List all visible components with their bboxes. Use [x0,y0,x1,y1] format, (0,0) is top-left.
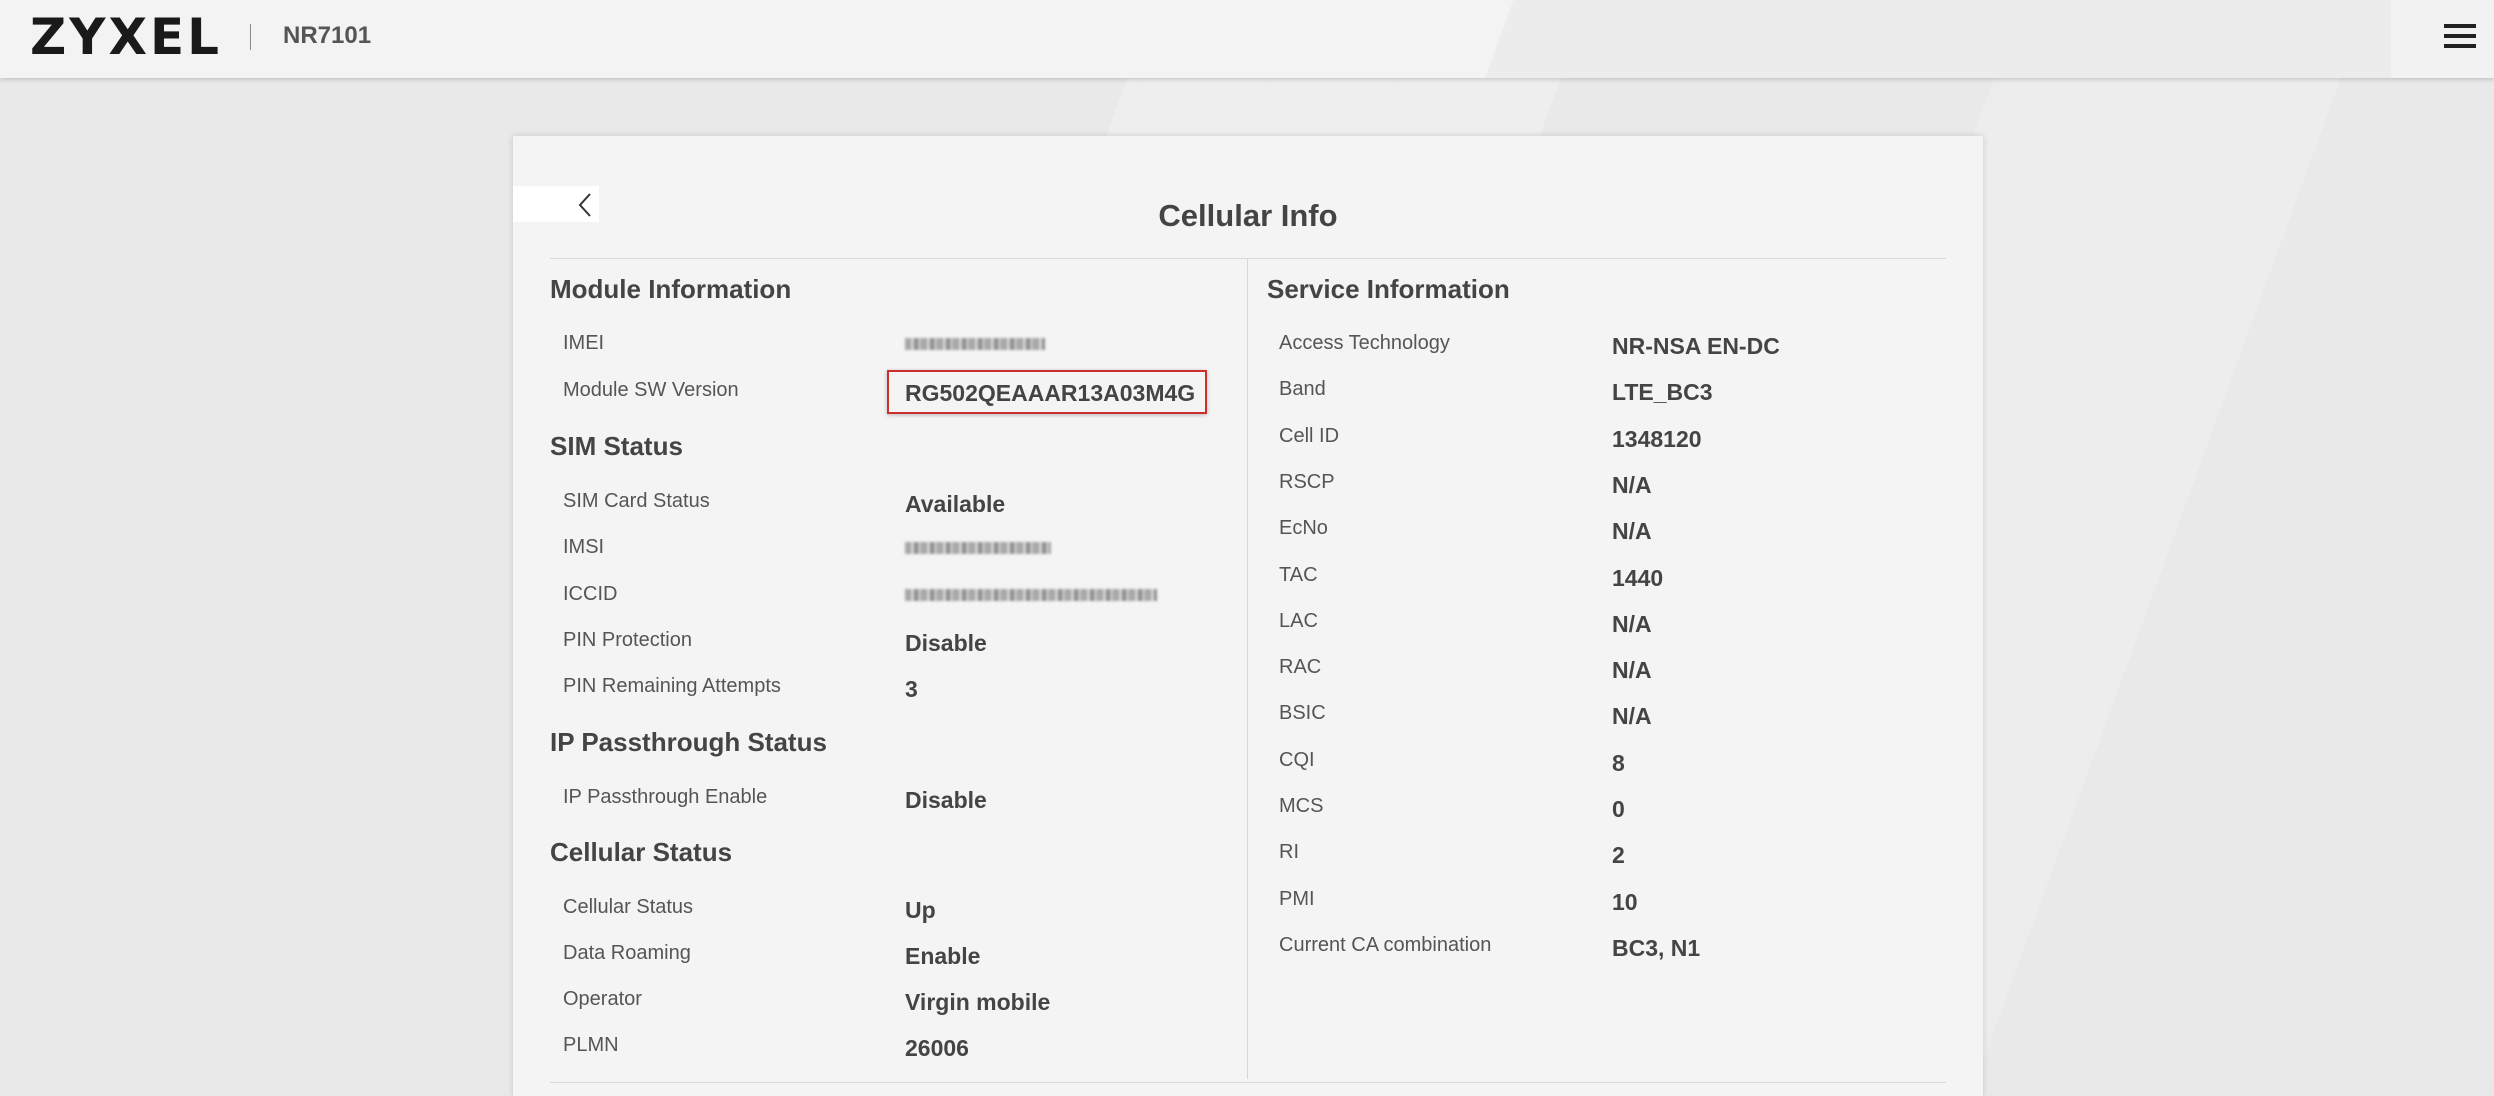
ip-passthrough-enable-label: IP Passthrough Enable [563,786,768,808]
sim-card-status-label: SIM Card Status [563,490,710,512]
service-row-label: LAC [1279,609,1318,632]
menu-area [2391,0,2494,78]
bottom-divider [550,1082,1946,1083]
service-row-label: Cell ID [1279,424,1340,447]
service-row-value: 10 [1612,888,1638,915]
service-row-value: N/A [1612,471,1652,498]
iccid-label: ICCID [563,583,618,605]
sim-card-status-value: Available [905,491,1006,517]
service-row-label: PMI [1279,887,1315,910]
ip-passthrough-heading: IP Passthrough Status [550,727,827,757]
service-row-label: EcNo [1279,517,1328,540]
iccid-value-redacted [905,589,1157,601]
device-model: NR7101 [283,22,372,49]
column-divider [1247,259,1248,1079]
service-row-label: Band [1279,378,1326,401]
pin-protection-value: Disable [905,630,987,656]
cellular-status-label: Cellular Status [563,896,694,918]
service-row-label: MCS [1279,795,1324,817]
service-row-value: NR-NSA EN-DC [1612,333,1780,359]
service-row-label: CQI [1279,748,1315,771]
service-row-label: Current CA combination [1279,933,1492,956]
imsi-value-redacted [905,542,1051,554]
pin-remaining-attempts-label: PIN Remaining Attempts [563,675,781,697]
operator-label: Operator [563,988,642,1010]
ip-passthrough-enable-value: Disable [905,787,987,813]
operator-value: Virgin mobile [905,989,1051,1015]
imsi-label: IMSI [563,536,605,558]
data-roaming-value: Enable [905,943,981,969]
service-row-value: 1440 [1612,564,1664,591]
service-row-value: 2 [1612,842,1625,869]
service-row-value: BC3, N1 [1612,934,1701,961]
service-row-value: LTE_BC3 [1612,379,1713,406]
pin-remaining-attempts-value: 3 [905,676,918,702]
service-row-value: N/A [1612,657,1652,684]
imei-label: IMEI [563,332,605,354]
service-row-value: 8 [1612,749,1625,776]
cellular-status-heading: Cellular Status [550,837,733,867]
module-sw-version-value: RG502QEAAAR13A03M4G [905,380,1196,406]
service-row-value: N/A [1612,518,1652,545]
hamburger-menu-icon[interactable] [2444,24,2476,52]
service-row-label: RI [1279,841,1299,864]
service-row-value: N/A [1612,703,1652,730]
service-row-label: RSCP [1279,470,1335,493]
sim-status-heading: SIM Status [550,431,683,461]
data-roaming-label: Data Roaming [563,942,691,964]
service-row-label: TAC [1279,563,1318,586]
cellular-status-value: Up [905,897,936,923]
title-divider [550,258,1946,259]
page-title: Cellular Info [1158,198,1338,233]
service-row-value: 1348120 [1612,425,1702,452]
module-information-heading: Module Information [550,274,792,304]
plmn-label: PLMN [563,1034,619,1056]
plmn-value: 26006 [905,1035,969,1061]
module-sw-version-label: Module SW Version [563,379,739,401]
service-row-value: N/A [1612,610,1652,637]
top-bar: ZYXEL NR7101 [0,0,2494,78]
service-row-value: 0 [1612,796,1625,822]
logo-separator [250,24,251,50]
service-information-heading: Service Information [1267,274,1510,304]
cellular-info-card: Cellular Info Module Information IMEI Mo… [513,136,1983,1096]
imei-value-redacted [905,338,1045,350]
service-row-label: Access Technology [1279,332,1450,354]
service-row-label: BSIC [1279,702,1326,725]
pin-protection-label: PIN Protection [563,629,692,651]
service-row-label: RAC [1279,656,1322,679]
zyxel-logo: ZYXEL [30,8,223,66]
